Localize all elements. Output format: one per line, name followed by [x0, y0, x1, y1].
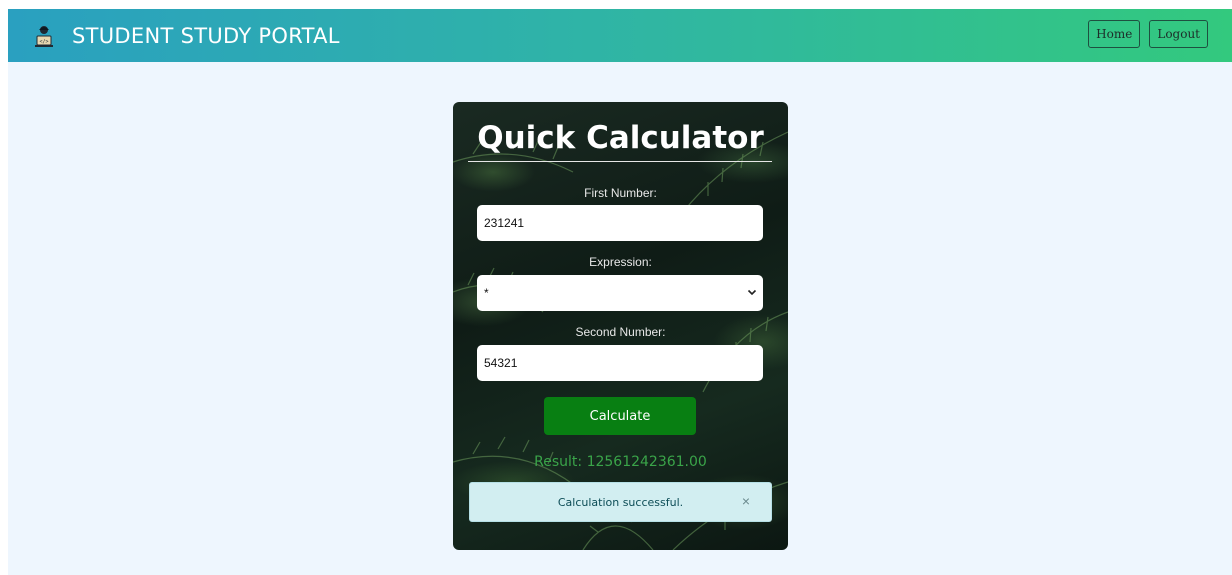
- page-background: </> STUDENT STUDY PORTAL Home Logout Qui…: [8, 9, 1232, 575]
- expression-label: Expression:: [589, 255, 652, 269]
- alert-message: Calculation successful.: [557, 495, 684, 509]
- nav-actions: Home Logout: [1088, 20, 1208, 48]
- expression-value: *: [484, 286, 489, 300]
- calculate-button[interactable]: Calculate: [544, 397, 696, 435]
- second-number-input[interactable]: 54321: [477, 345, 763, 381]
- svg-text:</>: </>: [39, 39, 48, 45]
- result-text: Result: 12561242361.00: [534, 454, 707, 470]
- coder-laptop-icon: </>: [35, 25, 53, 47]
- success-alert: Calculation successful. ×: [469, 482, 772, 522]
- first-number-label: First Number:: [584, 186, 657, 200]
- chevron-down-icon: [747, 289, 757, 296]
- brand-title: STUDENT STUDY PORTAL: [72, 23, 340, 48]
- logout-button[interactable]: Logout: [1149, 20, 1208, 48]
- calculator-card: Quick Calculator First Number: 231241 Ex…: [453, 102, 788, 550]
- brand[interactable]: </> STUDENT STUDY PORTAL: [32, 24, 340, 48]
- card-title: Quick Calculator: [477, 120, 764, 156]
- close-icon[interactable]: ×: [739, 494, 753, 508]
- home-button[interactable]: Home: [1088, 20, 1141, 48]
- title-divider: [468, 161, 772, 162]
- second-number-value: 54321: [484, 356, 518, 370]
- top-navbar: </> STUDENT STUDY PORTAL Home Logout: [8, 9, 1232, 62]
- expression-select[interactable]: *: [477, 275, 763, 311]
- first-number-input[interactable]: 231241: [477, 205, 763, 241]
- first-number-value: 231241: [484, 216, 525, 230]
- second-number-label: Second Number:: [575, 325, 666, 339]
